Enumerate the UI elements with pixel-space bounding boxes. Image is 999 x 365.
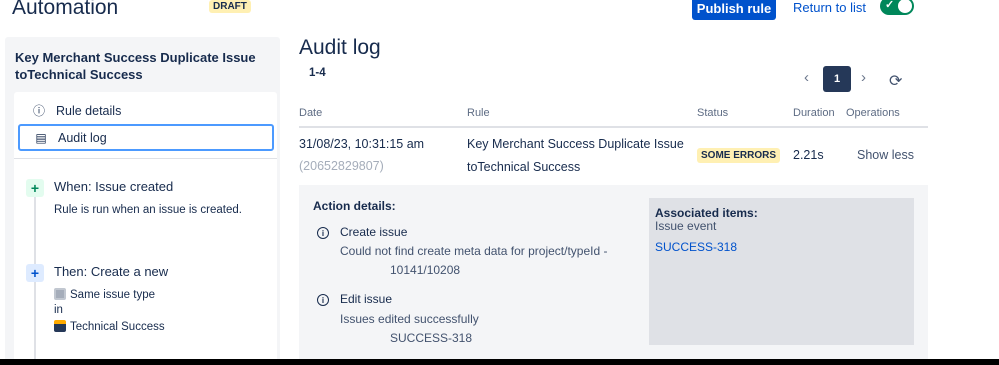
issue-type-icon [54,288,66,300]
row-date: 31/08/23, 10:31:15 am [299,137,425,151]
action-project: Technical Success [54,320,165,333]
publish-rule-button[interactable]: Publish rule [692,0,776,20]
associated-items-heading: Associated items: [655,206,758,220]
nav-rule-details[interactable]: ⓘ Rule details [18,97,274,124]
action-title[interactable]: Then: Create a new [54,264,168,279]
action1-title: Create issue [340,225,408,239]
action1-message-detail: 10141/10208 [390,263,461,277]
draft-badge: DRAFT [209,0,251,13]
app-title: Automation [12,0,119,19]
rule-enabled-toggle[interactable]: ✓ [880,0,914,15]
column-header-operations: Operations [846,107,900,119]
action2-title: Edit issue [340,292,393,306]
trigger-description: Rule is run when an issue is created. [54,204,242,216]
page-1-button[interactable]: 1 [823,66,851,92]
row-duration: 2.21s [793,148,824,162]
info-icon: ⓘ [32,104,45,118]
divider [14,158,277,159]
row-rule-line1: Key Merchant Success Duplicate Issue [467,137,684,151]
divider [299,126,928,128]
column-header-status: Status [697,107,729,119]
refresh-icon[interactable]: ⟳ [889,71,902,91]
action-details-heading: Action details: [313,199,396,213]
action2-message: Issues edited successfully [340,312,479,326]
return-to-list-link[interactable]: Return to list [793,0,866,15]
document-icon: ▤ [35,130,47,145]
associated-item-type: Issue event [655,219,717,233]
page-title: Audit log [299,36,381,59]
trigger-plus-icon: + [26,179,44,197]
row-rule-line2: toTechnical Success [467,160,581,174]
nav-audit-log[interactable]: ▤ Audit log [18,124,274,151]
screen-bottom-edge [0,359,999,365]
toggle-knob [898,0,912,13]
column-header-date: Date [299,107,323,119]
associated-issue-link[interactable]: SUCCESS-318 [655,240,737,254]
action1-message: Could not find create meta data for proj… [340,244,608,258]
action-issue-type: Same issue type [54,288,155,301]
result-range: 1-4 [309,67,326,79]
chevron-left-icon[interactable]: ‹ [804,69,809,86]
rule-nav-card: ⓘ Rule details ▤ Audit log + When: Issue… [14,92,277,365]
column-header-rule: Rule [467,107,490,119]
trigger-title[interactable]: When: Issue created [54,179,173,194]
chevron-right-icon[interactable]: › [861,69,866,86]
nav-label: Audit log [58,130,107,145]
row-id: (20652829807) [299,159,384,173]
status-badge: SOME ERRORS [697,148,781,163]
info-icon: i [317,294,329,306]
flow-connector [34,282,36,365]
action-in-label: in [54,304,63,316]
rule-sidebar: Key Merchant Success Duplicate Issue toT… [5,37,280,365]
check-icon: ✓ [885,0,895,11]
info-icon: i [317,227,329,239]
nav-label: Rule details [56,103,122,118]
action-plus-icon: + [26,264,44,282]
action2-issue-key: SUCCESS-318 [390,331,473,345]
flow-connector [34,194,36,264]
rule-name: Key Merchant Success Duplicate Issue toT… [15,50,256,82]
show-less-button[interactable]: Show less [857,148,914,162]
column-header-duration: Duration [793,107,835,119]
project-icon [54,320,66,332]
